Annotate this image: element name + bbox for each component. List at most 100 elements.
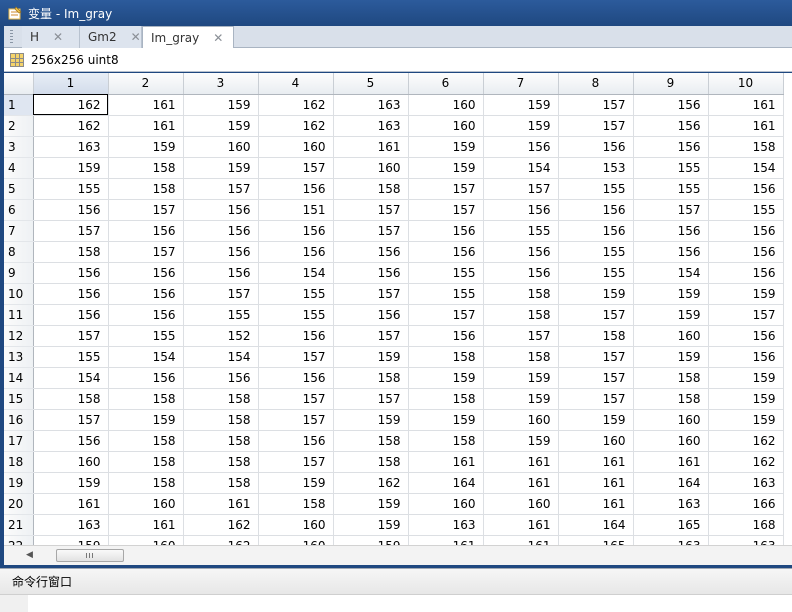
table-cell[interactable]: 160 (483, 493, 559, 515)
table-cell[interactable]: 163 (333, 115, 409, 137)
table-cell[interactable]: 163 (408, 514, 484, 536)
table-cell[interactable]: 156 (108, 367, 184, 389)
table-cell[interactable]: 159 (633, 283, 709, 305)
table-cell[interactable]: 160 (483, 409, 559, 431)
table-cell[interactable]: 156 (633, 115, 709, 137)
table-cell[interactable]: 159 (408, 367, 484, 389)
table-cell[interactable]: 156 (408, 325, 484, 347)
row-header[interactable]: 14 (4, 367, 34, 389)
table-cell[interactable]: 156 (108, 220, 184, 242)
table-cell[interactable]: 159 (183, 115, 259, 137)
table-cell[interactable]: 157 (558, 346, 634, 368)
table-cell[interactable]: 158 (183, 409, 259, 431)
table-cell[interactable]: 162 (258, 94, 334, 116)
table-cell[interactable]: 155 (33, 346, 109, 368)
table-cell[interactable]: 156 (258, 430, 334, 452)
table-cell[interactable]: 161 (408, 535, 484, 545)
table-cell[interactable]: 159 (333, 493, 409, 515)
table-cell[interactable]: 157 (333, 283, 409, 305)
table-cell[interactable]: 160 (258, 535, 334, 545)
table-cell[interactable]: 162 (183, 535, 259, 545)
table-cell[interactable]: 159 (333, 514, 409, 536)
table-cell[interactable]: 162 (708, 451, 784, 473)
table-cell[interactable]: 160 (408, 115, 484, 137)
table-cell[interactable]: 161 (333, 136, 409, 158)
table-cell[interactable]: 158 (333, 451, 409, 473)
table-cell[interactable]: 156 (258, 367, 334, 389)
table-cell[interactable]: 163 (633, 493, 709, 515)
scroll-thumb[interactable] (56, 549, 124, 562)
table-cell[interactable]: 155 (408, 283, 484, 305)
table-cell[interactable]: 157 (333, 388, 409, 410)
table-cell[interactable]: 159 (108, 409, 184, 431)
table-cell[interactable]: 156 (558, 199, 634, 221)
row-header[interactable]: 3 (4, 136, 34, 158)
table-cell[interactable]: 159 (33, 157, 109, 179)
table-cell[interactable]: 159 (33, 535, 109, 545)
scroll-left-icon[interactable]: ◀ (26, 550, 33, 560)
table-cell[interactable]: 158 (108, 157, 184, 179)
table-cell[interactable]: 159 (108, 136, 184, 158)
table-cell[interactable]: 156 (633, 94, 709, 116)
table-cell[interactable]: 160 (183, 136, 259, 158)
table-cell[interactable]: 155 (558, 262, 634, 284)
table-cell[interactable]: 156 (108, 304, 184, 326)
table-cell[interactable]: 168 (708, 514, 784, 536)
table-cell[interactable]: 158 (558, 325, 634, 347)
table-cell[interactable]: 155 (708, 199, 784, 221)
table-cell[interactable]: 160 (108, 535, 184, 545)
table-cell[interactable]: 156 (183, 262, 259, 284)
table-cell[interactable]: 159 (483, 94, 559, 116)
table-cell[interactable]: 158 (483, 346, 559, 368)
table-cell[interactable]: 155 (183, 304, 259, 326)
table-cell[interactable]: 159 (633, 304, 709, 326)
table-cell[interactable]: 157 (333, 220, 409, 242)
table-cell[interactable]: 156 (408, 220, 484, 242)
table-cell[interactable]: 154 (483, 157, 559, 179)
table-cell[interactable]: 159 (408, 409, 484, 431)
table-cell[interactable]: 158 (33, 388, 109, 410)
table-cell[interactable]: 162 (333, 472, 409, 494)
table-cell[interactable]: 155 (258, 304, 334, 326)
table-cell[interactable]: 156 (708, 220, 784, 242)
table-cell[interactable]: 157 (333, 325, 409, 347)
table-cell[interactable]: 158 (708, 136, 784, 158)
table-cell[interactable]: 159 (633, 346, 709, 368)
table-cell[interactable]: 157 (483, 325, 559, 347)
command-window[interactable]: 命令行窗口 (0, 568, 792, 612)
table-cell[interactable]: 160 (33, 451, 109, 473)
table-cell[interactable]: 156 (258, 220, 334, 242)
table-cell[interactable]: 161 (108, 115, 184, 137)
table-cell[interactable]: 164 (408, 472, 484, 494)
row-header[interactable]: 21 (4, 514, 34, 536)
table-cell[interactable]: 158 (408, 430, 484, 452)
variable-table[interactable]: 1 2 3 4 5 6 7 8 9 10 1 162 161 159 162 163 160 159 157 156… (4, 73, 792, 545)
table-cell[interactable]: 163 (708, 535, 784, 545)
table-cell[interactable]: 158 (183, 472, 259, 494)
table-cell[interactable]: 157 (558, 304, 634, 326)
table-cell[interactable]: 156 (558, 220, 634, 242)
table-cell[interactable]: 158 (408, 388, 484, 410)
table-cell[interactable]: 156 (708, 262, 784, 284)
table-cell[interactable]: 157 (183, 178, 259, 200)
table-cell[interactable]: 161 (483, 514, 559, 536)
table-cell[interactable]: 156 (633, 136, 709, 158)
row-header[interactable]: 15 (4, 388, 34, 410)
table-cell[interactable]: 158 (108, 472, 184, 494)
table-cell[interactable]: 155 (558, 178, 634, 200)
tab-h[interactable]: H ✕ (22, 26, 80, 48)
table-cell[interactable]: 160 (633, 430, 709, 452)
table-cell[interactable]: 157 (183, 283, 259, 305)
row-header[interactable]: 7 (4, 220, 34, 242)
table-cell[interactable]: 157 (33, 220, 109, 242)
table-cell[interactable]: 161 (558, 493, 634, 515)
row-header[interactable]: 8 (4, 241, 34, 263)
table-cell[interactable]: 158 (333, 367, 409, 389)
table-cell[interactable]: 161 (33, 493, 109, 515)
table-cell[interactable]: 156 (708, 346, 784, 368)
column-header[interactable]: 4 (258, 73, 334, 95)
table-cell[interactable]: 159 (408, 157, 484, 179)
table-cell[interactable]: 163 (33, 514, 109, 536)
table-cell[interactable]: 155 (408, 262, 484, 284)
table-cell[interactable]: 156 (633, 241, 709, 263)
